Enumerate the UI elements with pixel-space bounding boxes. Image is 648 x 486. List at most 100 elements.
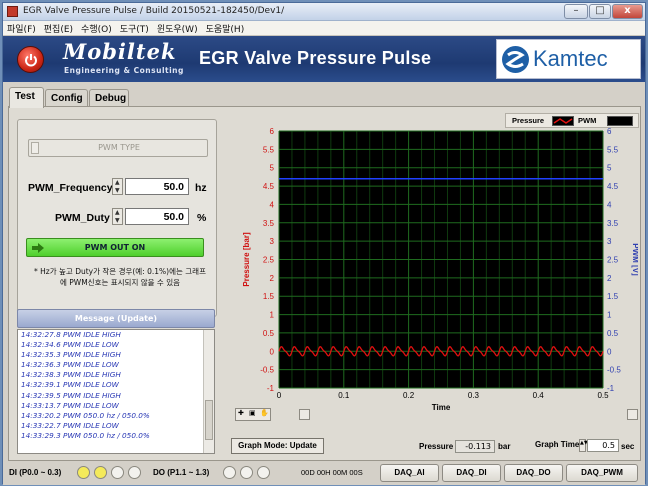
scroll-right-button[interactable]: [627, 409, 638, 420]
y2-tick-label: 1.5: [607, 292, 619, 301]
di-led-2: [111, 466, 124, 479]
menu-file[interactable]: 파일(F): [3, 21, 40, 35]
menu-bar: 파일(F) 편집(E) 수행(O) 도구(T) 윈도우(W) 도움말(H): [3, 21, 645, 36]
message-header[interactable]: Message (Update): [17, 309, 215, 328]
y2-tick-label: 3: [607, 237, 612, 246]
y-tick-label: 5.5: [263, 145, 275, 154]
pwm-type-label: PWM TYPE: [98, 143, 140, 152]
y2-tick-label: 5.5: [607, 145, 619, 154]
legend-pressure-label: Pressure: [512, 116, 545, 125]
menu-edit[interactable]: 편집(E): [40, 21, 77, 35]
do-led-1: [240, 466, 253, 479]
graph-time-input[interactable]: 0.5: [587, 439, 619, 452]
y-tick-label: 0.5: [263, 329, 275, 338]
pressure-readout-value: -0.113: [455, 440, 495, 453]
y-tick-label: 2.5: [263, 256, 275, 265]
kamtec-name: Kamtec: [533, 46, 608, 71]
tab-config[interactable]: Config: [45, 89, 88, 107]
y-tick-label: 4.5: [263, 182, 275, 191]
app-icon: [7, 6, 18, 17]
mobiltek-logo: Mobiltek: [63, 39, 177, 64]
elapsed-time: 00D 00H 00M 00S: [301, 468, 363, 477]
app-window: EGR Valve Pressure Pulse / Build 2015052…: [2, 2, 646, 485]
legend-pwm-label: PWM: [578, 116, 597, 125]
message-line: 14:33:20.2 PWM 050.0 hz / 050.0%: [21, 410, 150, 420]
graph-time-unit: sec: [621, 442, 635, 451]
y2-tick-label: 3.5: [607, 219, 619, 228]
maximize-button[interactable]: □: [589, 4, 611, 19]
crosshair-icon[interactable]: ✚: [238, 409, 244, 417]
tab-test[interactable]: Test: [9, 87, 44, 108]
di-led-3: [128, 466, 141, 479]
pwm-duty-input[interactable]: 50.0: [125, 208, 189, 225]
y2-tick-label: -0.5: [607, 366, 621, 375]
message-line: 14:32:39.1 PWM IDLE LOW: [21, 380, 119, 390]
pwm-out-button[interactable]: PWM OUT ON: [26, 238, 204, 257]
pwm-note: * Hz가 높고 Duty가 작은 경우(예: 0.1%)에는 그래프에 PWM…: [34, 267, 206, 287]
app-title: EGR Valve Pressure Pulse: [199, 48, 432, 68]
y-tick-label: 5: [270, 164, 275, 173]
y2-tick-label: 6: [607, 127, 612, 136]
y-tick-label: 1: [270, 311, 275, 320]
menu-tools[interactable]: 도구(T): [116, 21, 153, 35]
pwm-duty-unit: %: [197, 212, 207, 224]
y2-axis-label: PWM [V]: [631, 243, 638, 276]
legend-pressure-swatch: [552, 116, 574, 126]
y2-tick-label: 2: [607, 274, 612, 283]
close-button[interactable]: x: [612, 4, 643, 19]
power-button[interactable]: [17, 46, 44, 73]
test-panel: PWM TYPE PWM_Frequency ▲ ▼ 50.0 hz PWM_Du…: [8, 106, 641, 461]
y2-tick-label: 2.5: [607, 256, 619, 265]
pwm-duty-stepper[interactable]: ▲ ▼: [112, 208, 123, 225]
arrow-right-icon: [32, 243, 44, 253]
di-led-0: [77, 466, 90, 479]
minimize-button[interactable]: –: [564, 4, 588, 19]
message-line: 14:32:27.8 PWM IDLE HIGH: [21, 330, 121, 339]
y-tick-label: 6: [270, 127, 275, 136]
message-line: 14:33:29.3 PWM 050.0 hz / 050.0%: [21, 430, 150, 440]
y-axis-label: Pressure [bar]: [242, 232, 251, 287]
y-tick-label: 0: [270, 347, 275, 356]
tab-debug[interactable]: Debug: [89, 89, 129, 107]
y-tick-label: -1: [267, 384, 275, 393]
pwm-out-label: PWM OUT ON: [84, 243, 146, 252]
pwm-frequency-input[interactable]: 50.0: [125, 178, 189, 195]
pwm-frequency-stepper[interactable]: ▲ ▼: [112, 178, 123, 195]
graph-palette[interactable]: ✚ ▣ ✋: [235, 408, 271, 421]
y2-tick-label: 4.5: [607, 182, 619, 191]
pwm-type-selector[interactable]: PWM TYPE: [28, 139, 208, 157]
scroll-thumb[interactable]: [205, 400, 213, 440]
daq-pwm-button[interactable]: DAQ_PWM: [566, 464, 638, 482]
message-line: 14:32:38.3 PWM IDLE HIGH: [21, 370, 121, 380]
message-scrollbar[interactable]: [203, 330, 214, 453]
graph-time-label: Graph Time: [535, 440, 580, 449]
plot-legend[interactable]: Pressure PWM: [505, 113, 639, 128]
di-label: DI (P0.0 ~ 0.3): [9, 468, 62, 477]
menu-window[interactable]: 윈도우(W): [153, 21, 202, 35]
x-tick-label: 0.1: [338, 391, 350, 400]
graph-time-stepper[interactable]: ▲▼: [579, 439, 588, 452]
scroll-left-button[interactable]: [299, 409, 310, 420]
pwm-duty-label: PWM_Duty: [55, 212, 110, 224]
daq-di-button[interactable]: DAQ_DI: [442, 464, 501, 482]
menu-help[interactable]: 도움말(H): [202, 21, 249, 35]
y-tick-label: -0.5: [260, 366, 274, 375]
y2-tick-label: 5: [607, 164, 612, 173]
pwm-control-group: PWM TYPE PWM_Frequency ▲ ▼ 50.0 hz PWM_Du…: [17, 119, 217, 317]
title-bar: EGR Valve Pressure Pulse / Build 2015052…: [3, 3, 645, 21]
power-icon: [25, 54, 37, 67]
menu-operate[interactable]: 수행(O): [77, 21, 116, 35]
y-tick-label: 4: [270, 200, 275, 209]
daq-do-button[interactable]: DAQ_DO: [504, 464, 563, 482]
pressure-pwm-chart[interactable]: 0 0.1 0.2 0.3 0.4 0.5 -1 -0.5 0 0.5 1 1.5 2 2.5 3 3.5 4 4…: [225, 127, 638, 427]
y-tick-label: 3: [270, 237, 275, 246]
graph-mode-button[interactable]: Graph Mode: Update: [231, 438, 324, 454]
message-list[interactable]: 14:32:27.8 PWM IDLE HIGH 14:32:34.6 PWM …: [17, 329, 215, 454]
y2-tick-label: 0: [607, 347, 612, 356]
x-axis-label: Time: [432, 403, 451, 412]
zoom-icon[interactable]: ▣: [249, 409, 256, 417]
y-tick-label: 2: [270, 274, 275, 283]
kamtec-logo: Kamtec: [496, 39, 641, 79]
hand-icon[interactable]: ✋: [260, 409, 269, 417]
daq-ai-button[interactable]: DAQ_AI: [380, 464, 439, 482]
